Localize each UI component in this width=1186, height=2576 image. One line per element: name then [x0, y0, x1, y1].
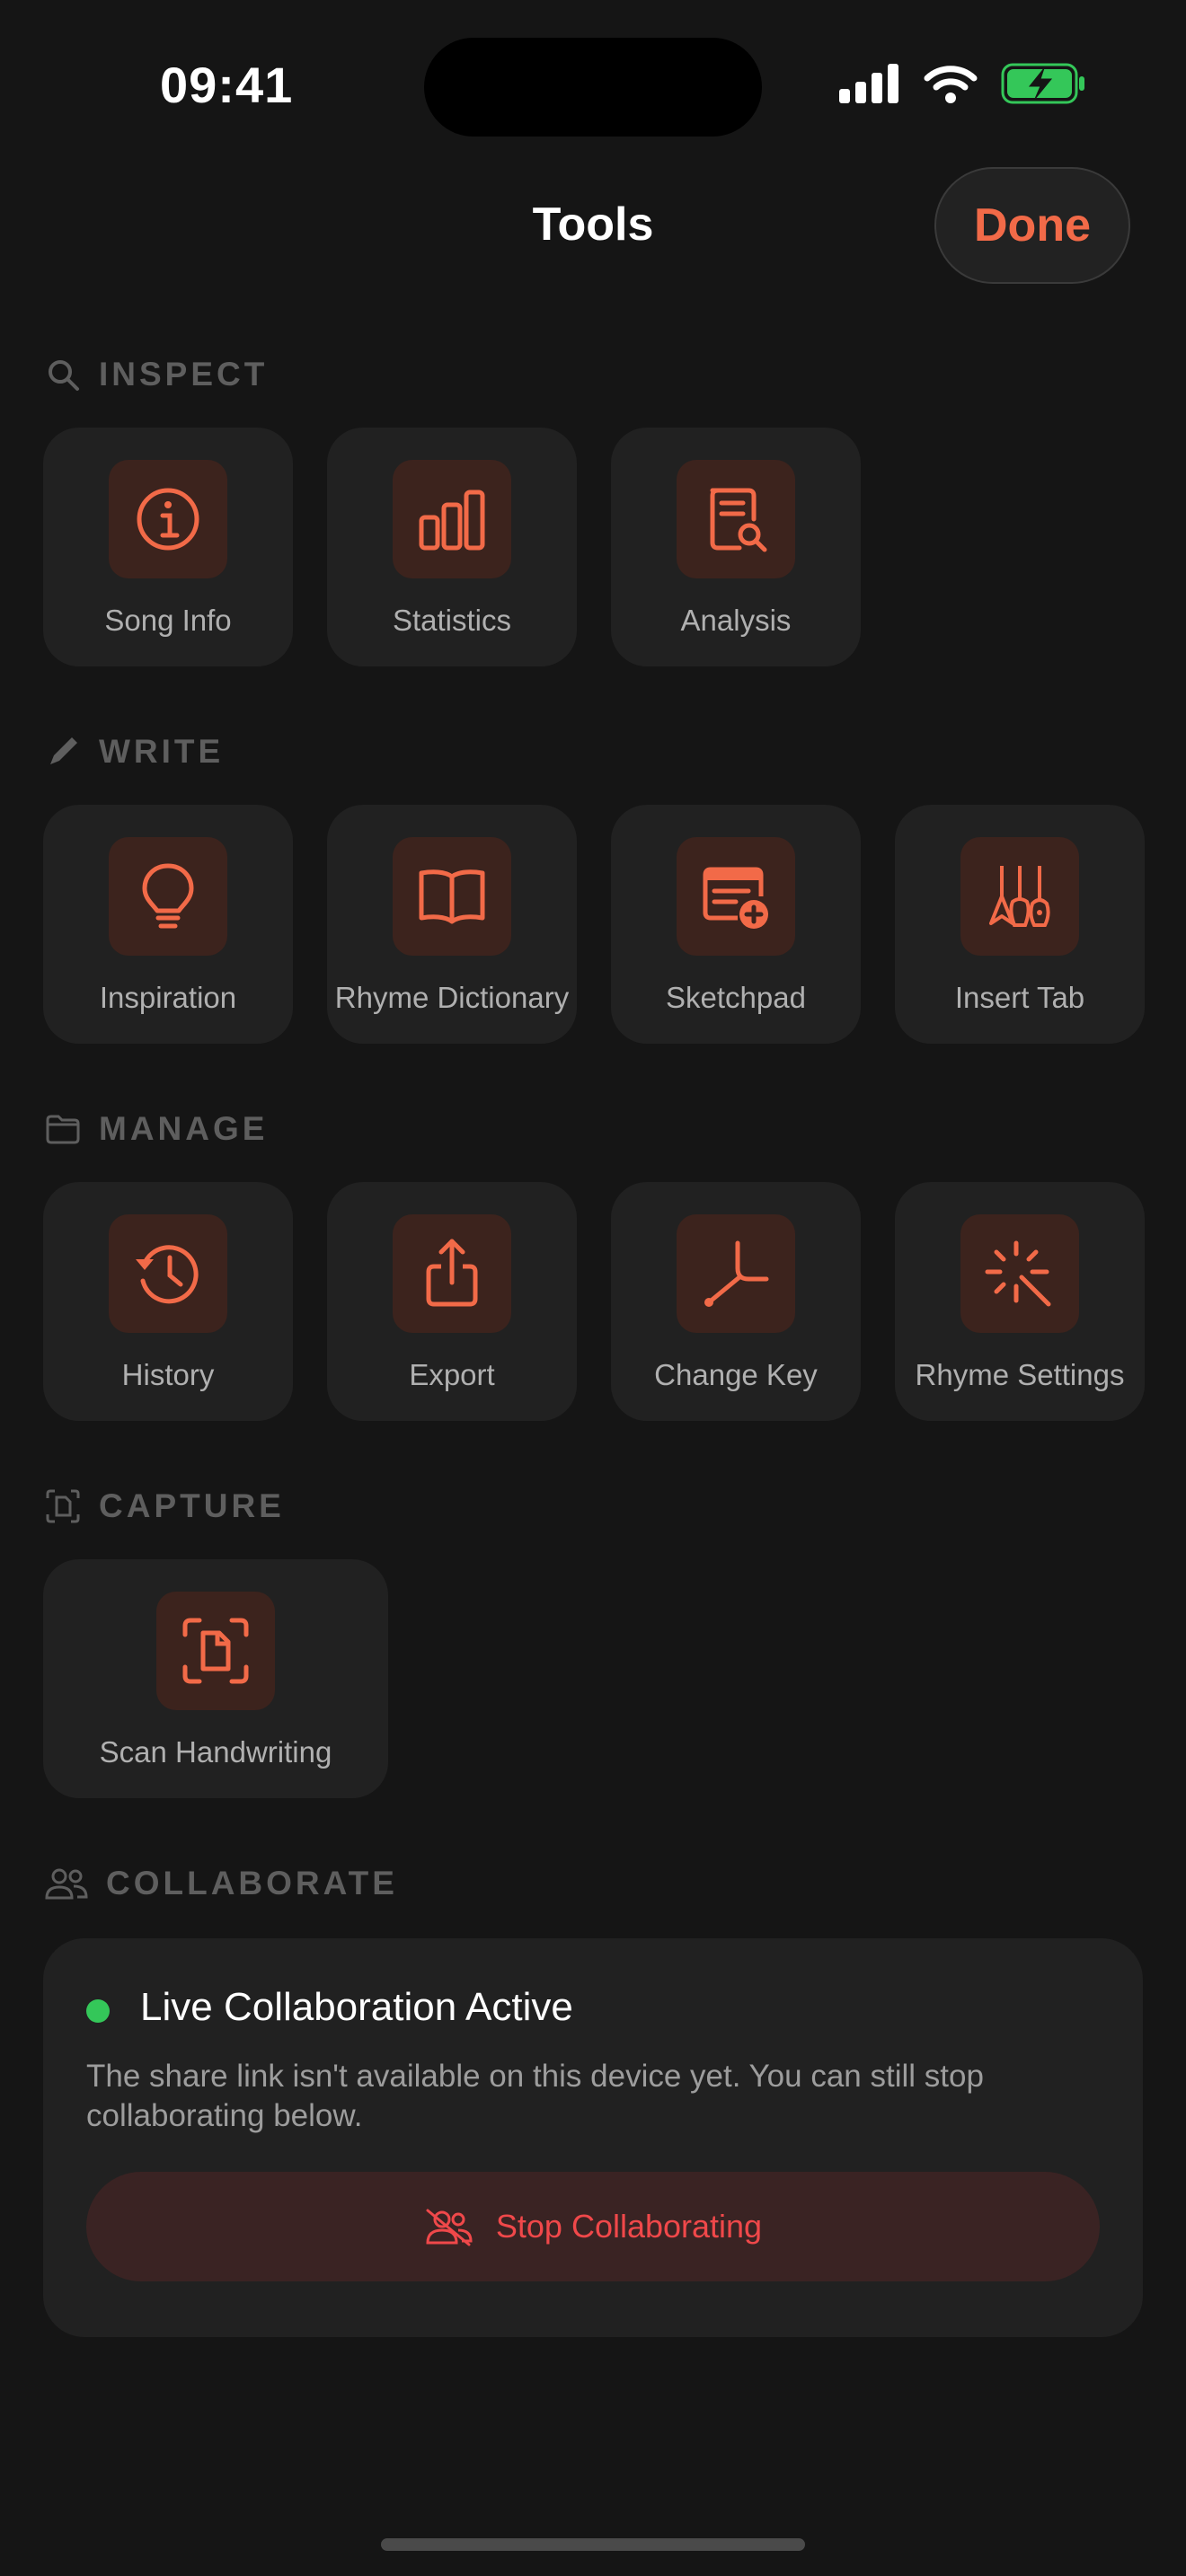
lightbulb-icon [142, 863, 194, 929]
collaboration-status-title: Live Collaboration Active [140, 1985, 573, 2029]
folder-icon [46, 1115, 80, 1144]
section-title-collaborate: COLLABORATE [106, 1865, 398, 1901]
scan-document-icon [182, 1618, 249, 1684]
tool-label: Song Info [104, 604, 232, 637]
tool-song-info[interactable]: Song Info [43, 428, 293, 666]
cellular-signal-icon [839, 64, 898, 103]
write-tools-row: Inspiration Rhyme Dictionary Sketchpad I… [43, 805, 1145, 1044]
status-time: 09:41 [160, 57, 294, 113]
capture-tools-row: Scan Handwriting [43, 1559, 388, 1798]
wifi-icon [924, 66, 978, 103]
status-bar: 09:41 [0, 0, 1186, 171]
tool-change-key[interactable]: Change Key [611, 1182, 861, 1421]
section-header-collaborate: COLLABORATE [45, 1865, 398, 1902]
live-status-dot [86, 1999, 110, 2023]
section-header-capture: CAPTURE [45, 1487, 285, 1525]
tool-label: Rhyme Dictionary [334, 981, 570, 1014]
tool-label: Inspiration [99, 981, 237, 1014]
tool-label: Statistics [392, 604, 512, 637]
tool-label: Export [409, 1358, 495, 1391]
section-header-inspect: INSPECT [45, 356, 268, 393]
collaboration-card: Live Collaboration Active The share link… [43, 1938, 1143, 2337]
document-search-icon [710, 488, 767, 552]
battery-charging-icon [1001, 63, 1084, 104]
book-icon [419, 869, 485, 924]
tool-analysis[interactable]: Analysis [611, 428, 861, 666]
tool-scan-handwriting[interactable]: Scan Handwriting [43, 1559, 388, 1798]
sparkle-wand-icon [985, 1240, 1051, 1307]
dynamic-island [424, 38, 762, 137]
search-icon [49, 360, 79, 391]
history-icon [136, 1245, 199, 1304]
section-title-capture: CAPTURE [99, 1487, 285, 1524]
tool-label: Insert Tab [954, 981, 1085, 1014]
tool-label: Change Key [654, 1358, 818, 1391]
stop-collaborating-button[interactable]: Stop Collaborating [86, 2172, 1100, 2281]
scan-document-icon [46, 1489, 80, 1523]
tool-label: Analysis [680, 604, 792, 637]
tool-label: History [121, 1358, 215, 1391]
collaboration-description: The share link isn't available on this d… [86, 2059, 984, 2133]
people-icon [45, 1868, 88, 1900]
tool-statistics[interactable]: Statistics [327, 428, 577, 666]
section-title-inspect: INSPECT [99, 356, 269, 393]
tool-rhyme-settings[interactable]: Rhyme Settings [895, 1182, 1145, 1421]
inspect-tools-row: Song Info Statistics Analysis [43, 428, 861, 666]
tool-label: Sketchpad [666, 981, 806, 1014]
home-indicator[interactable] [381, 2538, 805, 2551]
tool-label: Scan Handwriting [99, 1735, 332, 1769]
guitars-icon [989, 866, 1050, 927]
status-icons [839, 63, 1087, 104]
tool-export[interactable]: Export [327, 1182, 577, 1421]
stop-collaborating-label: Stop Collaborating [495, 2208, 763, 2245]
done-button[interactable]: Done [934, 167, 1130, 284]
tool-history[interactable]: History [43, 1182, 293, 1421]
sketchpad-add-icon [703, 867, 768, 929]
people-slash-icon [426, 2209, 473, 2246]
pencil-icon [50, 737, 77, 764]
section-header-manage: MANAGE [45, 1110, 268, 1148]
manage-tools-row: History Export Change Key Rhyme Settings [43, 1182, 1145, 1421]
tool-sketchpad[interactable]: Sketchpad [611, 805, 861, 1044]
info-circle-icon [137, 488, 199, 551]
share-icon [426, 1239, 478, 1307]
tool-label: Rhyme Settings [915, 1358, 1125, 1391]
tuning-fork-icon [704, 1240, 769, 1307]
section-title-manage: MANAGE [99, 1110, 269, 1147]
section-header-write: WRITE [45, 733, 224, 771]
tool-inspiration[interactable]: Inspiration [43, 805, 293, 1044]
section-title-write: WRITE [99, 733, 225, 770]
tool-insert-tab[interactable]: Insert Tab [895, 805, 1145, 1044]
bar-chart-icon [419, 490, 485, 551]
tool-rhyme-dictionary[interactable]: Rhyme Dictionary [327, 805, 577, 1044]
